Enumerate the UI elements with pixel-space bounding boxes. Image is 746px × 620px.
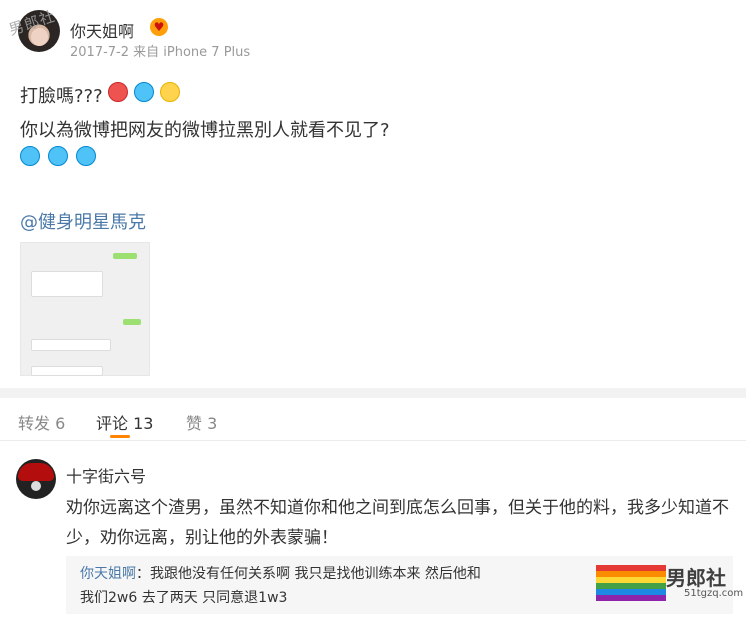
poster-name[interactable]: 你天姐啊 — [70, 18, 134, 42]
head-emoji-icon — [134, 82, 155, 102]
section-divider — [0, 388, 746, 398]
watermark-brand: 男郎社 — [666, 566, 726, 590]
laugh-emoji-icon — [108, 82, 129, 102]
head-emoji-icon — [76, 146, 96, 166]
post-meta: 2017-7-2 来自 iPhone 7 Plus — [70, 45, 251, 60]
mention-link[interactable]: @健身明星馬克 — [20, 208, 146, 234]
tab-likes[interactable]: 赞 3 — [186, 410, 217, 434]
chat-bubble — [31, 366, 103, 376]
chat-bubble — [113, 253, 137, 259]
weibo-post: 男郎社 你天姐啊 ♥ 2017-7-2 来自 iPhone 7 Plus 打臉嗎… — [0, 0, 746, 388]
reply-author[interactable]: 你天姐啊 — [80, 566, 136, 582]
active-tab-indicator — [110, 435, 130, 438]
chat-screenshot-thumbnail[interactable] — [20, 242, 150, 376]
tab-comments[interactable]: 评论 13 — [96, 410, 153, 434]
post-text-line-2: 你以為微博把网友的微博拉黑別人就看不见了? — [20, 120, 390, 141]
reply-text-1: ：我跟他没有任何关系啊 我只是找他训练本来 然后他和 — [136, 566, 481, 582]
post-text-line-1: 打臉嗎??? — [20, 82, 180, 108]
head-emoji-icon — [20, 146, 40, 166]
post-tabs: 转发 6 评论 13 赞 3 — [0, 398, 746, 441]
rainbow-flag-icon — [596, 565, 666, 601]
watermark-site: 51tgzq.com — [684, 588, 744, 599]
commenter-name[interactable]: 十字街六号 — [66, 463, 146, 487]
comment-text: 劝你远离这个渣男，虽然不知道你和他之间到底怎么回事，但关于他的料，我多少知道不少… — [66, 498, 729, 548]
emoji-row — [20, 146, 96, 166]
post-text: 打臉嗎??? — [20, 86, 103, 107]
tab-reposts[interactable]: 转发 6 — [18, 410, 65, 434]
head-emoji-icon — [48, 146, 68, 166]
commenter-avatar[interactable] — [16, 459, 56, 499]
smile-emoji-icon — [159, 82, 180, 102]
chat-bubble — [31, 339, 111, 351]
chat-bubble — [123, 319, 141, 325]
verified-badge-icon: ♥ — [150, 18, 168, 36]
chat-bubble — [31, 271, 103, 297]
